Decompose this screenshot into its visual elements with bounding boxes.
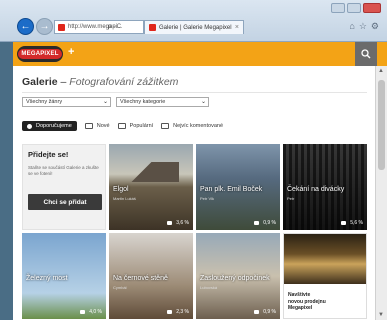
promo-heading: Přidejte se! [28,150,69,159]
search-icon [361,49,371,59]
card-meta: 4,0 % [80,309,102,315]
page-title: Galerie – Fotografování zážitkem [22,76,179,88]
card-title: Elgol [113,186,129,193]
camera-icon [254,310,260,314]
comment-icon [161,123,170,129]
filter-popular[interactable]: Populární [117,123,153,129]
gallery-card[interactable]: Železný most 4,0 % [22,233,106,319]
page-content: Galerie – Fotografování zážitkem Všechny… [13,66,375,320]
page-scrollbar[interactable]: ▲ ▼ [375,66,387,320]
card-title: Pan plk. Emil Boček [200,186,263,193]
tab-title: Galerie | Galerie Megapixel [159,24,232,31]
card-author: Cymbál [113,285,127,290]
camera-icon [254,221,260,225]
address-controls[interactable]: ρ - C [108,20,121,34]
home-icon[interactable]: ⌂ [349,21,354,32]
card-author: Martin Lukáš [113,196,136,201]
card-meta: 0,9 % [254,309,276,315]
forward-arrow-icon: → [39,21,50,32]
gallery-card[interactable]: Pan plk. Emil Boček Petr Vlk 0,9 % [196,144,280,230]
store-promo-text: Navštivte novou prodejnu Megapixel [288,292,326,311]
card-author: Lubovská [200,285,218,290]
card-title: Železný most [26,275,68,282]
new-icon [84,123,93,129]
promo-text: Staňte se součástí Galerie a zkušte se v… [28,165,99,176]
join-promo: Přidejte se! Staňte se součástí Galerie … [22,144,106,230]
camera-icon [167,310,173,314]
maximize-button[interactable] [347,3,361,13]
search-button[interactable] [355,42,377,66]
scroll-up-icon[interactable]: ▲ [378,68,384,74]
scroll-down-icon[interactable]: ▼ [378,312,384,318]
tab-favicon-icon [149,24,156,31]
store-photo [284,234,366,284]
close-window-button[interactable] [363,3,381,13]
chevron-down-icon: ⌄ [200,99,206,105]
filter-most-commented[interactable]: Nejvíc komentované [161,123,223,129]
category-select[interactable]: Všechny kategorie ⌄ [116,97,209,107]
browser-tools: ⌂ ☆ ⚙ [349,21,379,32]
favicon-icon [58,23,65,31]
camera-icon [341,221,347,225]
card-title: Na černové stěně [113,275,168,282]
gear-icon[interactable]: ⚙ [371,21,379,32]
card-author: Petr [287,196,295,201]
card-meta: 2,3 % [167,309,189,315]
minimize-button[interactable] [331,3,345,13]
scroll-thumb[interactable] [378,80,385,170]
camera-icon [80,310,86,314]
back-button[interactable]: ← [17,18,34,35]
chevron-down-icon: ⌄ [102,99,108,105]
site-header: MEGAPIXEL + [13,42,387,66]
card-meta: 0,9 % [254,220,276,226]
gallery-card[interactable]: Na černové stěně Cymbál 2,3 % [109,233,193,319]
address-bar[interactable]: http://www.megapi... [54,20,144,34]
megapixel-logo[interactable]: MEGAPIXEL [17,46,63,62]
join-button[interactable]: Chci se přidat [28,194,102,210]
recommended-icon [27,123,32,129]
browser-chrome: ← → http://www.megapi... ρ - C Galerie |… [0,0,387,42]
filter-new[interactable]: Nové [84,123,110,129]
card-meta: 3,6 % [167,220,189,226]
gallery-card[interactable]: Zasloužený odpočinek Lubovská 0,9 % [196,233,280,319]
card-title: Čekání na divácky [287,186,345,193]
tab-close-icon[interactable]: × [235,24,239,31]
window-controls [331,3,381,13]
filter-recommended[interactable]: Doporučujeme [22,121,77,131]
forward-button[interactable]: → [36,18,53,35]
genre-select[interactable]: Všechny žánry ⌄ [22,97,111,107]
store-promo-card[interactable]: Navštivte novou prodejnu Megapixel [283,233,367,319]
card-title: Zasloužený odpočinek [200,275,270,282]
gallery-card[interactable]: Čekání na divácky Petr 5,6 % [283,144,367,230]
camera-icon [167,221,173,225]
title-divider [22,92,367,93]
gallery-card[interactable]: Elgol Martin Lukáš 3,6 % [109,144,193,230]
card-meta: 5,6 % [341,220,363,226]
card-author: Petr Vlk [200,196,215,201]
back-arrow-icon: ← [20,21,31,32]
popular-icon [117,123,126,129]
plus-icon[interactable]: + [68,46,74,58]
tab-galerie[interactable]: Galerie | Galerie Megapixel × [144,20,244,34]
star-icon[interactable]: ☆ [359,21,367,32]
filter-bar: Doporučujeme Nové Populární Nejvíc komen… [22,121,223,131]
